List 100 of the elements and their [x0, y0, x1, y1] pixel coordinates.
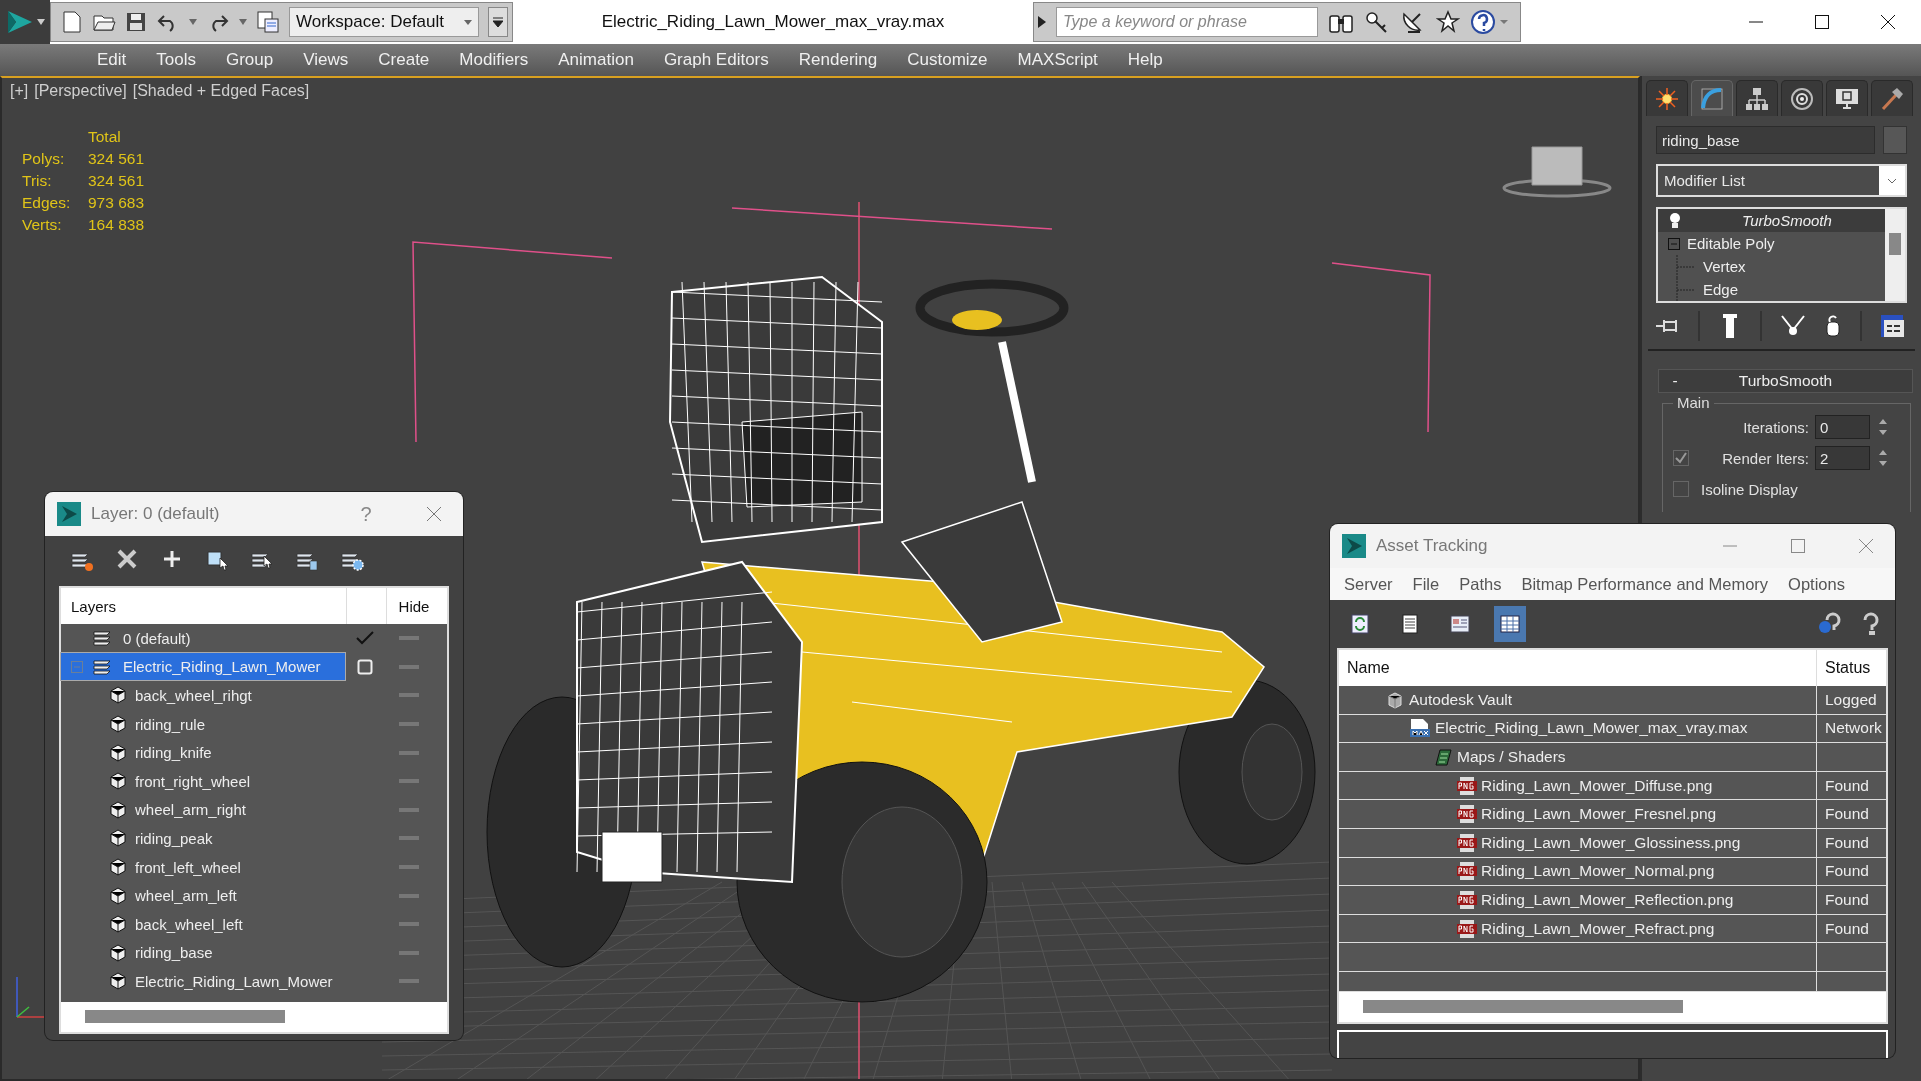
- view-toggle-button[interactable]: [1494, 606, 1526, 642]
- checkbox[interactable]: [1673, 481, 1689, 497]
- menu-item[interactable]: Tools: [141, 44, 211, 76]
- object-row[interactable]: back_wheel_rihgt: [61, 682, 345, 709]
- menu-item[interactable]: Edit: [82, 44, 142, 76]
- layer-row[interactable]: Electric_Riding_Lawn_Mower: [61, 653, 345, 681]
- workspace-dropdown[interactable]: Workspace: Default: [289, 7, 479, 37]
- caret-icon[interactable]: [37, 19, 45, 25]
- menu-item[interactable]: Rendering: [783, 44, 893, 76]
- hide-toggle[interactable]: [399, 664, 419, 669]
- menu-item[interactable]: File: [1402, 574, 1450, 594]
- configure-sets-icon[interactable]: [1880, 314, 1906, 338]
- hide-toggle[interactable]: [399, 807, 419, 812]
- viewcube-icon[interactable]: [1502, 146, 1612, 198]
- menu-item[interactable]: Server: [1334, 574, 1403, 594]
- object-row[interactable]: riding_rule: [61, 710, 345, 738]
- viewport-label-menu[interactable]: [Perspective]: [34, 82, 127, 100]
- menu-item[interactable]: Paths: [1449, 574, 1512, 594]
- hide-toggle[interactable]: [399, 636, 419, 641]
- object-row[interactable]: riding_knife: [61, 739, 345, 767]
- checkbox[interactable]: [1673, 450, 1689, 466]
- checkmark-icon[interactable]: [356, 631, 374, 646]
- object-row[interactable]: wheel_arm_left: [61, 882, 345, 910]
- viewport-label-menu[interactable]: [+]: [10, 82, 29, 100]
- command-panel-tab[interactable]: [1781, 80, 1823, 116]
- command-panel-tab[interactable]: [1646, 80, 1688, 116]
- layer-row[interactable]: 0 (default): [61, 624, 345, 652]
- menu-item[interactable]: Group: [211, 44, 289, 76]
- object-row[interactable]: wheel_arm_right: [61, 796, 345, 824]
- workspace-menu-button[interactable]: [488, 7, 508, 37]
- menu-item[interactable]: MAXScript: [1002, 44, 1113, 76]
- spinner-field[interactable]: 2: [1815, 446, 1870, 470]
- asset-row[interactable]: Riding_Lawn_Mower_Diffuse.png Found: [1339, 771, 1886, 801]
- maximize-icon: [1790, 538, 1806, 554]
- modifier-list-dropdown[interactable]: Modifier List: [1656, 164, 1907, 197]
- hide-toggle[interactable]: [399, 722, 419, 727]
- spinner-field[interactable]: 0: [1815, 415, 1870, 439]
- asset-row[interactable]: Autodesk Vault Logged: [1339, 686, 1886, 715]
- hide-toggle[interactable]: [399, 836, 419, 841]
- save-icon[interactable]: [125, 11, 147, 33]
- asset-row[interactable]: Riding_Lawn_Mower_Reflection.png Found: [1339, 886, 1886, 915]
- caret-icon[interactable]: [189, 19, 197, 25]
- light-bulb-icon[interactable]: [1668, 211, 1682, 230]
- thumbnail-view-icon[interactable]: [1449, 613, 1471, 635]
- menu-item[interactable]: Views: [288, 44, 364, 76]
- menu-item[interactable]: Customize: [892, 44, 1003, 76]
- modifier-stack-item[interactable]: Vertex: [1658, 255, 1885, 278]
- asset-row[interactable]: Riding_Lawn_Mower_Glossiness.png Found: [1339, 828, 1886, 858]
- table-view-icon[interactable]: [1499, 613, 1521, 635]
- make-unique-icon[interactable]: [1780, 314, 1806, 338]
- checkbox-icon[interactable]: [357, 658, 373, 675]
- command-panel-tab[interactable]: [1826, 80, 1868, 116]
- hide-toggle[interactable]: [399, 950, 419, 955]
- object-row[interactable]: riding_peak: [61, 824, 345, 852]
- column-header[interactable]: Layers: [61, 588, 346, 624]
- menu-item[interactable]: Options: [1778, 574, 1855, 594]
- command-panel-tab[interactable]: [1736, 80, 1778, 116]
- object-row[interactable]: riding_base: [61, 939, 345, 967]
- menu-item[interactable]: Help: [1112, 44, 1178, 76]
- menu-item[interactable]: Graph Editors: [648, 44, 784, 76]
- star-icon[interactable]: [1436, 10, 1460, 34]
- object-name-field[interactable]: riding_base: [1656, 126, 1875, 154]
- new-file-icon[interactable]: [61, 10, 83, 34]
- project-folder-icon[interactable]: [256, 10, 280, 34]
- search-field[interactable]: Type a keyword or phrase: [1056, 7, 1318, 37]
- menu-item[interactable]: Create: [363, 44, 445, 76]
- caret-icon[interactable]: [239, 19, 247, 25]
- asset-row[interactable]: Riding_Lawn_Mower_Refract.png Found: [1339, 914, 1886, 944]
- remove-modifier-icon[interactable]: [1824, 314, 1842, 338]
- expand-arrow-icon[interactable]: [1038, 16, 1046, 28]
- menu-item[interactable]: Modifiers: [444, 44, 544, 76]
- modifier-stack-item[interactable]: Editable Poly: [1658, 232, 1885, 255]
- asset-row[interactable]: Riding_Lawn_Mower_Fresnel.png Found: [1339, 800, 1886, 829]
- asset-row[interactable]: Electric_Riding_Lawn_Mower_max_vray.max Network: [1339, 714, 1886, 744]
- hide-toggle[interactable]: [399, 779, 419, 784]
- object-row[interactable]: Electric_Riding_Lawn_Mower: [61, 967, 345, 995]
- object-row[interactable]: back_wheel_left: [61, 910, 345, 938]
- asset-row[interactable]: Riding_Lawn_Mower_Normal.png Found: [1339, 857, 1886, 887]
- hide-toggle[interactable]: [399, 693, 419, 698]
- object-color-swatch[interactable]: [1883, 126, 1907, 154]
- hide-toggle[interactable]: [399, 979, 419, 984]
- hide-toggle[interactable]: [399, 750, 419, 755]
- hide-toggle[interactable]: [399, 865, 419, 870]
- modifier-stack-item[interactable]: TurboSmooth: [1658, 209, 1885, 232]
- hide-toggle[interactable]: [399, 893, 419, 898]
- modifier-stack-item[interactable]: Edge: [1658, 278, 1885, 301]
- menu-item[interactable]: Bitmap Performance and Memory: [1511, 574, 1779, 594]
- command-panel-tab[interactable]: [1871, 80, 1913, 116]
- column-header[interactable]: Status: [1817, 650, 1871, 686]
- object-row[interactable]: front_right_wheel: [61, 767, 345, 795]
- list-view-icon[interactable]: [1399, 613, 1421, 635]
- refresh-icon[interactable]: [1349, 613, 1371, 635]
- help-icon[interactable]: [1470, 9, 1508, 35]
- object-row[interactable]: front_left_wheel: [61, 853, 345, 881]
- help-globe-icon[interactable]: [1817, 612, 1841, 636]
- menu-item[interactable]: Animation: [543, 44, 649, 76]
- viewport-label-menu[interactable]: [Shaded + Edged Faces]: [132, 82, 310, 100]
- rollout-header[interactable]: - TurboSmooth: [1658, 369, 1913, 393]
- hide-toggle[interactable]: [399, 922, 419, 927]
- asset-row[interactable]: Maps / Shaders: [1339, 743, 1886, 772]
